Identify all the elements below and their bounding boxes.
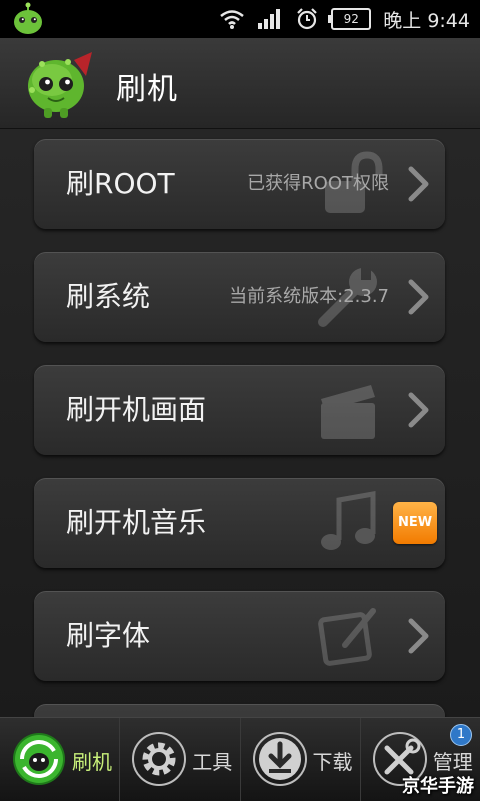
clock: 晚上 9:44 [383,9,470,32]
tab-label: 刷机 [72,750,112,774]
tab-tools[interactable]: 工具 [120,718,241,801]
menu-item-title: 刷ROOT [66,167,175,200]
tab-label: 下载 [312,750,353,774]
tab-flash[interactable]: 刷机 [0,718,121,801]
edit-icon [318,608,376,666]
bottom-tab-bar: 刷机 工具 下载 管理 1 京华手游 [0,717,480,801]
menu-item-boot-animation[interactable]: 刷开机画面 [34,365,445,455]
status-bar: 92 晚上 9:44 [0,0,480,38]
menu-item-title: 刷系统 [66,280,151,313]
notification-badge: 1 [450,724,472,746]
battery-icon: 92 [328,8,372,30]
alarm-icon [297,8,318,30]
menu-list: 刷ROOT 已获得ROOT权限 刷系统 当前系统版本:2.3.7 刷开机画面 刷… [0,129,480,717]
clapperboard-icon [321,385,375,439]
tab-label: 管理 [432,750,473,774]
menu-item-subtitle: 当前系统版本:2.3.7 [229,286,389,307]
menu-item-partial[interactable] [34,704,445,717]
chevron-right-icon [408,166,429,202]
menu-item-subtitle: 已获得ROOT权限 [247,173,389,194]
menu-item-title: 刷开机音乐 [66,506,207,539]
page-title: 刷机 [116,72,178,107]
tab-label: 工具 [192,750,233,774]
android-robot-logo [28,52,92,118]
chevron-right-icon [408,392,429,428]
wifi-icon [220,10,245,29]
download-icon [252,732,307,786]
android-refresh-icon [13,733,65,785]
menu-item-system[interactable]: 刷系统 当前系统版本:2.3.7 [34,252,445,342]
tab-manage[interactable]: 管理 1 京华手游 [361,718,480,801]
watermark: 京华手游 [402,776,474,797]
tab-download[interactable]: 下载 [241,718,361,801]
new-badge: NEW [393,502,437,544]
chevron-right-icon [408,618,429,654]
signal-icon [258,9,281,29]
menu-item-font[interactable]: 刷字体 [34,591,445,681]
menu-item-title: 刷开机画面 [66,393,207,426]
menu-item-title: 刷字体 [66,619,151,652]
gear-icon [132,732,187,786]
menu-item-root[interactable]: 刷ROOT 已获得ROOT权限 [34,139,445,229]
app-header: 刷机 [0,38,480,129]
menu-item-boot-music[interactable]: 刷开机音乐 NEW [34,478,445,568]
music-note-icon [321,491,376,550]
android-robot-notification-icon [14,2,42,34]
chevron-right-icon [408,279,429,315]
